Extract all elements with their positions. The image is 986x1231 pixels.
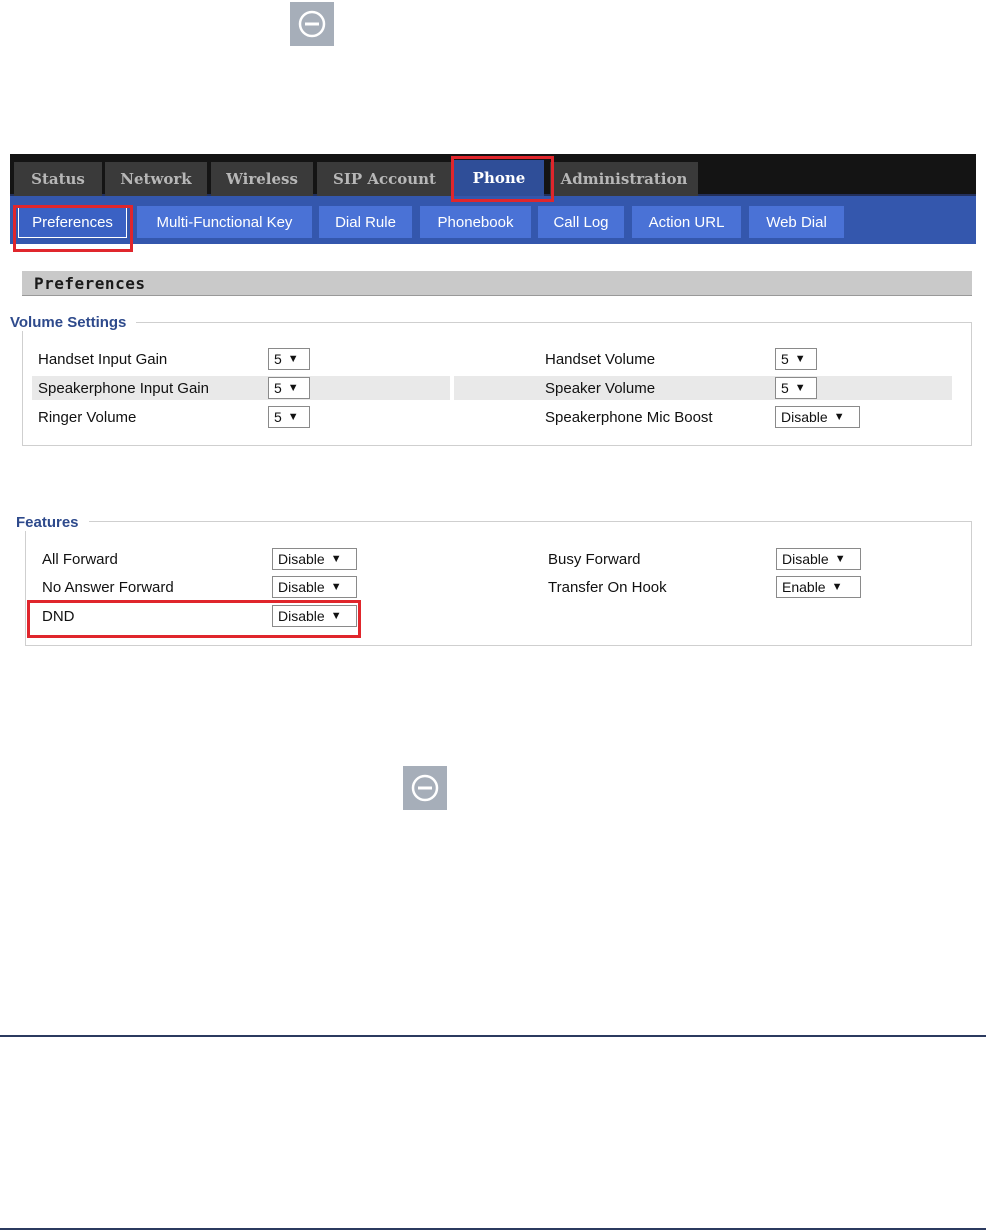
busy-forward-label: Busy Forward <box>548 551 641 568</box>
transfer-on-hook-select[interactable]: Enable ▼ <box>776 576 861 598</box>
chevron-down-icon: ▼ <box>287 353 299 365</box>
handset-input-gain-select[interactable]: 5 ▼ <box>268 348 310 370</box>
chevron-down-icon: ▼ <box>330 581 342 593</box>
no-answer-forward-label: No Answer Forward <box>42 579 174 596</box>
dnd-icon <box>290 2 334 46</box>
volume-settings-legend: Volume Settings <box>10 314 137 331</box>
chevron-down-icon: ▼ <box>833 411 845 423</box>
preferences-tab-highlight <box>13 205 133 252</box>
chevron-down-icon: ▼ <box>330 553 342 565</box>
tab-wireless[interactable]: Wireless <box>211 162 313 196</box>
ringer-volume-label: Ringer Volume <box>38 409 137 426</box>
handset-volume-label: Handset Volume <box>545 351 656 368</box>
speaker-volume-select[interactable]: 5 ▼ <box>775 377 817 399</box>
tab-sip-account[interactable]: SIP Account <box>317 162 452 196</box>
subtab-action-url[interactable]: Action URL <box>632 206 741 238</box>
tab-administration[interactable]: Administration <box>550 162 698 196</box>
chevron-down-icon: ▼ <box>287 411 299 423</box>
no-answer-forward-select[interactable]: Disable ▼ <box>272 576 357 598</box>
tab-status[interactable]: Status <box>14 162 102 196</box>
subtab-dial-rule[interactable]: Dial Rule <box>319 206 412 238</box>
dnd-row-highlight <box>27 600 361 638</box>
handset-input-gain-label: Handset Input Gain <box>38 351 168 368</box>
speaker-volume-label: Speaker Volume <box>545 380 656 397</box>
speakerphone-mic-boost-label: Speakerphone Mic Boost <box>545 409 713 426</box>
subtab-call-log[interactable]: Call Log <box>538 206 624 238</box>
ringer-volume-select[interactable]: 5 ▼ <box>268 406 310 428</box>
phone-tab-highlight <box>451 156 554 202</box>
subtab-web-dial[interactable]: Web Dial <box>749 206 844 238</box>
chevron-down-icon: ▼ <box>287 382 299 394</box>
chevron-down-icon: ▼ <box>831 581 843 593</box>
divider-line <box>0 1035 986 1037</box>
chevron-down-icon: ▼ <box>794 353 806 365</box>
handset-volume-select[interactable]: 5 ▼ <box>775 348 817 370</box>
subtab-phonebook[interactable]: Phonebook <box>420 206 531 238</box>
speakerphone-mic-boost-select[interactable]: Disable ▼ <box>775 406 860 428</box>
chevron-down-icon: ▼ <box>794 382 806 394</box>
subtab-multi-functional-key[interactable]: Multi-Functional Key <box>137 206 312 238</box>
all-forward-select[interactable]: Disable ▼ <box>272 548 357 570</box>
dnd-icon <box>403 766 447 810</box>
tab-network[interactable]: Network <box>105 162 207 196</box>
section-title-bar: Preferences <box>22 271 972 296</box>
sub-navigation: Preferences Multi-Functional Key Dial Ru… <box>10 196 976 244</box>
row-stripe <box>454 376 952 400</box>
speakerphone-input-gain-label: Speakerphone Input Gain <box>38 380 209 397</box>
divider-line <box>0 1228 986 1230</box>
all-forward-label: All Forward <box>42 551 118 568</box>
transfer-on-hook-label: Transfer On Hook <box>548 579 667 596</box>
speakerphone-input-gain-select[interactable]: 5 ▼ <box>268 377 310 399</box>
features-legend: Features <box>16 514 89 531</box>
chevron-down-icon: ▼ <box>834 553 846 565</box>
busy-forward-select[interactable]: Disable ▼ <box>776 548 861 570</box>
